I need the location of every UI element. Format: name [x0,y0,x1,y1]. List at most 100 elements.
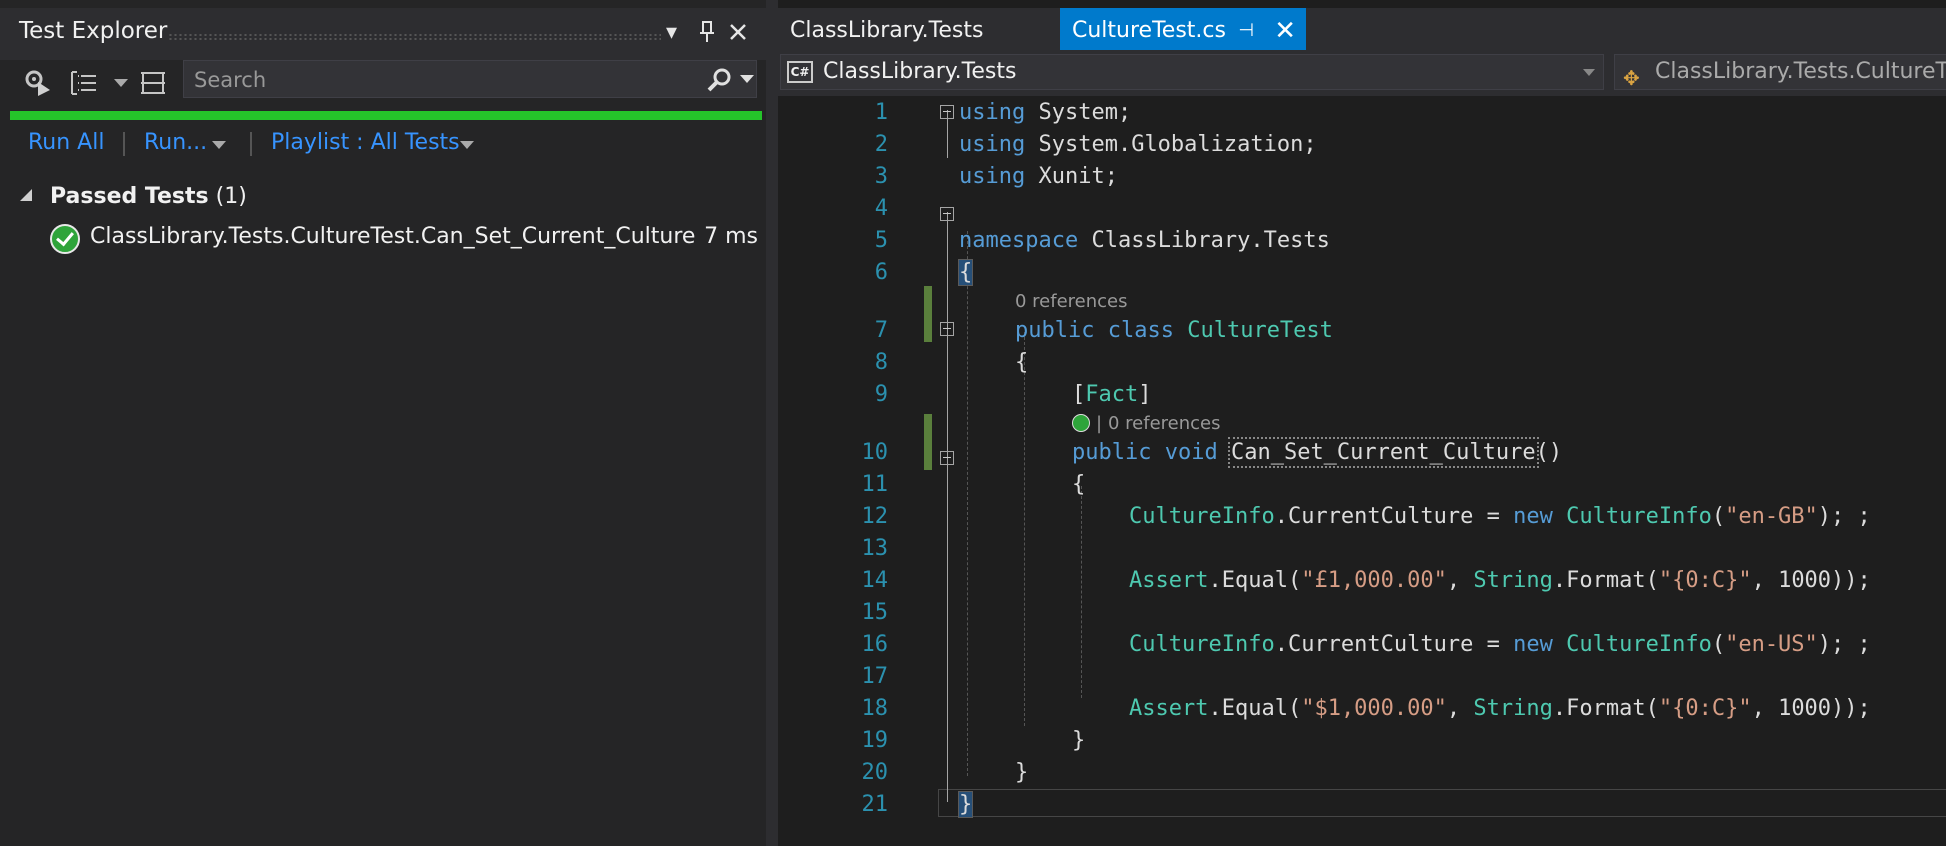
chevron-down-icon [1583,69,1595,76]
navigation-bar: C# ClassLibrary.Tests ✥ ClassLibrary.Tes… [778,50,1946,96]
line-number: 19 [861,728,889,753]
keyword: new [1513,632,1553,657]
code-line: } [1072,728,1086,753]
playlist-settings-icon[interactable] [138,68,168,102]
pin-icon[interactable] [698,20,716,51]
playlist-link[interactable]: Playlist : All Tests [271,130,460,155]
line-number: 6 [874,260,888,285]
run-link[interactable]: Run... [144,130,207,155]
project-dropdown[interactable]: C# ClassLibrary.Tests [780,54,1604,90]
collapse-triangle-icon[interactable] [20,189,32,201]
code-line: CultureInfo.CurrentCulture = new Culture… [1129,632,1871,657]
code-text: .CurrentCulture = [1274,504,1514,529]
line-number: 11 [861,472,889,497]
keyword: public [1015,318,1095,343]
group-by-dropdown-icon[interactable] [114,79,128,87]
test-passed-icon[interactable] [1072,414,1090,432]
collapse-icon[interactable] [940,322,954,336]
window-position-dropdown-icon[interactable]: ▾ [666,20,677,46]
line-number: 16 [861,632,889,657]
codelens-references[interactable]: 0 references [1108,413,1221,434]
string-literal: "{0:C}" [1658,696,1752,721]
code-text: System; [1025,100,1132,125]
code-line: using System.Globalization; [959,132,1317,157]
type-dropdown[interactable]: ✥ ClassLibrary.Tests.CultureTest [1614,54,1946,90]
code-line: { [1072,472,1086,497]
line-number: 7 [874,318,888,343]
test-row[interactable]: ClassLibrary.Tests.CultureTest.Can_Set_C… [50,222,762,254]
close-tab-icon[interactable]: ✕ [1274,8,1296,54]
line-number: 15 [861,600,889,625]
line-number: 1 [874,100,888,125]
search-options-dropdown-icon[interactable] [740,75,754,83]
keyword: new [1513,504,1553,529]
test-search-box[interactable] [183,60,757,98]
collapse-icon[interactable] [940,207,954,221]
group-count: (1) [215,184,247,209]
keyword: using [959,132,1026,157]
brace-match: { [957,259,974,286]
type-name: String [1473,696,1553,721]
close-icon[interactable] [728,20,748,51]
line-number: 17 [861,664,889,689]
run-settings-icon[interactable] [22,68,52,102]
string-literal: "$1,000.00" [1301,696,1447,721]
code-line: public void Can_Set_Current_Culture() [1072,437,1562,468]
code-text: ( [1711,504,1726,529]
type-name: Assert [1129,568,1209,593]
code-line: CultureInfo.CurrentCulture = new Culture… [1129,504,1871,529]
test-explorer-title: Test Explorer [19,18,168,44]
change-marker [924,286,932,342]
collapse-icon[interactable] [940,105,954,119]
codelens-separator: | [1096,413,1103,434]
tab-culturetest-cs[interactable]: CultureTest.cs ⊣ ✕ [1060,8,1306,50]
keyword: void [1164,440,1218,465]
method-name: Can_Set_Current_Culture [1227,437,1539,468]
document-tabs: ClassLibrary.Tests CultureTest.cs ⊣ ✕ [778,8,1946,58]
keyword: namespace [959,228,1079,253]
separator [123,132,125,156]
line-number: 8 [874,350,888,375]
separator [250,132,252,156]
run-all-link[interactable]: Run All [28,130,104,155]
search-icon[interactable] [706,67,734,97]
line-number: 4 [874,196,888,221]
drag-grip[interactable] [168,33,661,41]
code-text: System.Globalization; [1025,132,1317,157]
brace-match: } [957,791,974,818]
code-text: ] [1138,382,1152,407]
group-by-icon[interactable] [68,68,100,102]
code-text: ( [1711,632,1726,657]
line-number: 21 [861,792,889,817]
playlist-dropdown-icon[interactable] [460,141,474,149]
pin-tab-icon[interactable]: ⊣ [1238,8,1254,54]
codelens-references[interactable]: 0 references [1015,291,1128,312]
run-links-bar: Run All Run... Playlist : All Tests [0,128,766,168]
code-line: Assert.Equal("£1,000.00", String.Format(… [1129,568,1871,593]
passed-tests-group[interactable]: Passed Tests (1) [20,184,247,209]
code-line: namespace ClassLibrary.Tests [959,228,1330,253]
current-line-highlight [938,789,1946,817]
code-line: using System; [959,100,1131,125]
code-text: .Format( [1552,568,1659,593]
type-name: CultureTest [1187,318,1333,343]
code-line: Assert.Equal("$1,000.00", String.Format(… [1129,696,1871,721]
project-name: ClassLibrary.Tests [823,59,1017,84]
string-literal: "en-US" [1725,632,1818,657]
code-line: { [957,259,974,286]
keyword: public [1072,440,1152,465]
tab-classlibrary-tests[interactable]: ClassLibrary.Tests [778,8,1050,50]
splitter[interactable] [766,0,778,846]
code-text: , [1446,696,1474,721]
code-text: ); ; [1817,504,1871,529]
line-number: 14 [861,568,889,593]
collapse-icon[interactable] [940,451,954,465]
type-name: CultureInfo [1566,632,1712,657]
code-text: ClassLibrary.Tests [1078,228,1330,253]
code-area[interactable]: 1 2 3 4 5 6 7 8 9 10 11 12 13 14 15 16 1… [778,96,1946,846]
search-input[interactable] [192,65,676,95]
type-name: CultureInfo [1129,504,1275,529]
code-text: [ [1072,382,1086,407]
line-number: 5 [874,228,888,253]
run-dropdown-icon[interactable] [212,141,226,149]
